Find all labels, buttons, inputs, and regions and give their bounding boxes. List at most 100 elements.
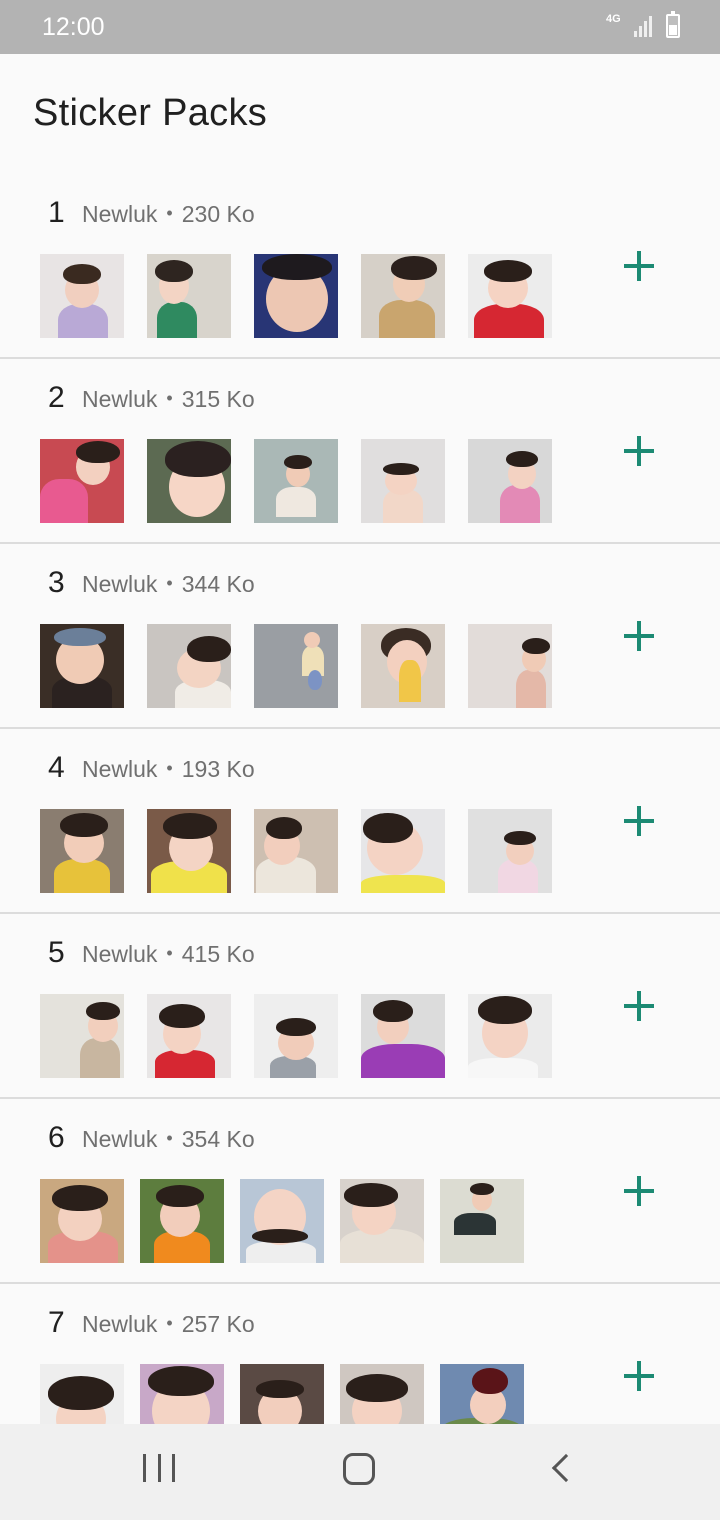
pack-meta: Newluk • 230 Ko (82, 201, 255, 228)
sticker-pack-row[interactable]: 5 Newluk • 415 Ko (0, 914, 720, 1099)
pack-size: 315 Ko (181, 386, 255, 412)
pack-meta: Newluk • 257 Ko (82, 1311, 255, 1338)
meta-separator: • (166, 1128, 173, 1148)
pack-header: 4 Newluk • 193 Ko (48, 751, 255, 785)
sticker-thumbnail (40, 254, 124, 338)
4g-icon: 4G (606, 13, 621, 25)
sticker-thumbnail (468, 624, 552, 708)
sticker-thumbnail (340, 1179, 424, 1263)
pack-size: 230 Ko (181, 201, 255, 227)
home-icon[interactable] (343, 1453, 375, 1485)
meta-separator: • (166, 943, 173, 963)
sticker-thumbnail (361, 994, 445, 1078)
pack-publisher: Newluk (82, 941, 158, 967)
status-time: 12:00 (42, 13, 105, 41)
sticker-thumbnails (40, 1364, 524, 1424)
status-bar: 12:00 4G (0, 0, 720, 54)
sticker-thumbnail (40, 809, 124, 893)
add-to-whatsapp-button[interactable] (620, 617, 660, 657)
sticker-thumbnail (147, 439, 231, 523)
sticker-thumbnail (40, 994, 124, 1078)
meta-separator: • (166, 203, 173, 223)
pack-number: 4 (48, 751, 65, 784)
pack-publisher: Newluk (82, 386, 158, 412)
pack-meta: Newluk • 354 Ko (82, 1126, 255, 1153)
pack-size: 344 Ko (181, 571, 255, 597)
pack-publisher: Newluk (82, 571, 158, 597)
meta-separator: • (166, 1313, 173, 1333)
signal-icon (634, 15, 656, 37)
pack-number: 5 (48, 936, 65, 969)
pack-publisher: Newluk (82, 201, 158, 227)
pack-number: 6 (48, 1121, 65, 1154)
pack-number: 7 (48, 1306, 65, 1339)
pack-number: 1 (48, 196, 65, 229)
sticker-thumbnails (40, 809, 552, 893)
navigation-bar (0, 1424, 720, 1520)
sticker-thumbnail (140, 1364, 224, 1424)
pack-meta: Newluk • 193 Ko (82, 756, 255, 783)
sticker-thumbnail (240, 1364, 324, 1424)
page-title: Sticker Packs (33, 92, 268, 134)
battery-icon (666, 11, 680, 38)
add-to-whatsapp-button[interactable] (620, 987, 660, 1027)
sticker-thumbnails (40, 1179, 524, 1263)
meta-separator: • (166, 573, 173, 593)
sticker-thumbnails (40, 624, 552, 708)
pack-meta: Newluk • 415 Ko (82, 941, 255, 968)
sticker-thumbnail (361, 254, 445, 338)
sticker-thumbnails (40, 254, 552, 338)
sticker-pack-row[interactable]: 1 Newluk • 230 Ko (0, 174, 720, 359)
meta-separator: • (166, 758, 173, 778)
pack-size: 354 Ko (181, 1126, 255, 1152)
pack-meta: Newluk • 344 Ko (82, 571, 255, 598)
pack-number: 2 (48, 381, 65, 414)
add-to-whatsapp-button[interactable] (620, 247, 660, 287)
add-to-whatsapp-button[interactable] (620, 1172, 660, 1212)
sticker-thumbnail (40, 1179, 124, 1263)
sticker-thumbnail (254, 624, 338, 708)
pack-header: 7 Newluk • 257 Ko (48, 1306, 255, 1340)
pack-header: 2 Newluk • 315 Ko (48, 381, 255, 415)
sticker-pack-list: 1 Newluk • 230 Ko 2 Newluk • 315 Ko 3 Ne… (0, 174, 720, 1424)
sticker-thumbnail (468, 254, 552, 338)
sticker-thumbnails (40, 994, 552, 1078)
sticker-thumbnail (254, 439, 338, 523)
status-icons: 4G (606, 11, 680, 38)
pack-number: 3 (48, 566, 65, 599)
sticker-thumbnail (361, 624, 445, 708)
sticker-thumbnail (468, 994, 552, 1078)
sticker-thumbnail (147, 624, 231, 708)
sticker-thumbnail (361, 809, 445, 893)
pack-header: 6 Newluk • 354 Ko (48, 1121, 255, 1155)
pack-header: 5 Newluk • 415 Ko (48, 936, 255, 970)
sticker-thumbnail (40, 624, 124, 708)
sticker-thumbnail (440, 1364, 524, 1424)
sticker-pack-row[interactable]: 3 Newluk • 344 Ko (0, 544, 720, 729)
add-to-whatsapp-button[interactable] (620, 802, 660, 842)
sticker-thumbnail (468, 809, 552, 893)
pack-size: 415 Ko (181, 941, 255, 967)
pack-publisher: Newluk (82, 1311, 158, 1337)
recent-apps-icon[interactable] (143, 1454, 175, 1482)
pack-header: 3 Newluk • 344 Ko (48, 566, 255, 600)
sticker-thumbnail (147, 994, 231, 1078)
sticker-thumbnail (147, 809, 231, 893)
back-icon[interactable] (551, 1453, 581, 1483)
sticker-pack-row[interactable]: 7 Newluk • 257 Ko (0, 1284, 720, 1424)
sticker-pack-row[interactable]: 4 Newluk • 193 Ko (0, 729, 720, 914)
meta-separator: • (166, 388, 173, 408)
sticker-thumbnail (147, 254, 231, 338)
sticker-thumbnail (468, 439, 552, 523)
sticker-thumbnail (254, 994, 338, 1078)
sticker-pack-row[interactable]: 2 Newluk • 315 Ko (0, 359, 720, 544)
sticker-thumbnail (140, 1179, 224, 1263)
sticker-thumbnail (440, 1179, 524, 1263)
pack-header: 1 Newluk • 230 Ko (48, 196, 255, 230)
add-to-whatsapp-button[interactable] (620, 1357, 660, 1397)
sticker-pack-row[interactable]: 6 Newluk • 354 Ko (0, 1099, 720, 1284)
sticker-thumbnails (40, 439, 552, 523)
add-to-whatsapp-button[interactable] (620, 432, 660, 472)
sticker-thumbnail (40, 1364, 124, 1424)
app-header: Sticker Packs (0, 54, 720, 174)
